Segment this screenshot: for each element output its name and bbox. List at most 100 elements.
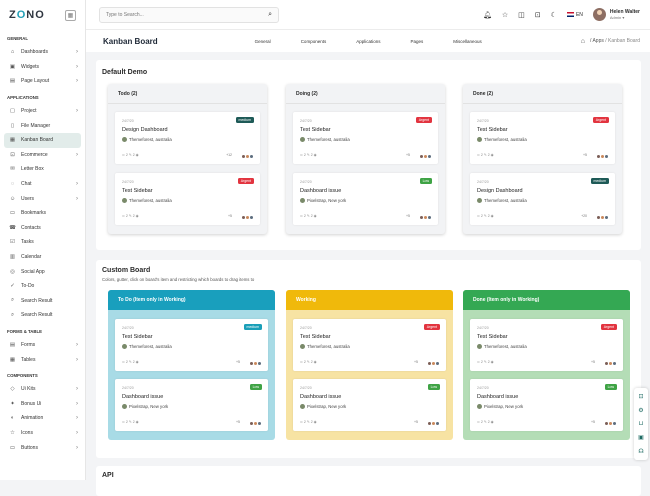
sidebar-item-label: Contacts — [21, 224, 41, 231]
sidebar-item-label: Icons — [21, 429, 33, 436]
sidebar-item-buttons[interactable]: ▭ Buttons › — [0, 440, 85, 455]
user-icon: ☺ — [9, 195, 16, 202]
sidebar-item-tasks[interactable]: ☑ Tasks — [0, 235, 85, 250]
kanban-icon: ▦ — [9, 137, 16, 144]
logo-row: ZONO ▦ — [0, 0, 85, 30]
language-selector[interactable]: EN — [566, 12, 583, 18]
kanban-card[interactable]: 24/7/20 Argent Test Sidebar Themeforest,… — [115, 173, 260, 225]
sidebar-item-kanban-board[interactable]: ▦ Kanban Board — [4, 132, 81, 148]
sidebar-item-search-result[interactable]: ⌕ Search Result — [0, 294, 85, 309]
company-logo-icon — [300, 344, 305, 349]
sidebar-item-file-manager[interactable]: ▯ File Manager — [0, 118, 85, 133]
kanban-card[interactable]: 24/7/20 Low Dashboard issue Pixelstrap, … — [115, 379, 268, 431]
kanban-column: Working 24/7/20 Argent Test Sidebar Them… — [286, 290, 453, 440]
sidebar-item-widgets[interactable]: ▣ Widgets › — [0, 60, 85, 75]
kanban-card[interactable]: 24/7/20 Argent Test Sidebar Themeforest,… — [470, 112, 615, 164]
kanban-card[interactable]: 24/7/20 Low Dashboard issue Pixelstrap, … — [293, 379, 446, 431]
sidebar-item-project[interactable]: ▢ Project › — [0, 104, 85, 119]
company-logo-icon — [300, 404, 305, 409]
avatar — [604, 154, 609, 159]
sidebar-item-contacts[interactable]: ☎ Contacts — [0, 221, 85, 236]
sidebar-item-letter-box[interactable]: ✉ Letter Box — [0, 162, 85, 177]
chevron-right-icon: › — [76, 429, 78, 436]
sidebar-item-label: Animation — [21, 415, 44, 422]
gear-icon[interactable]: ⚙ — [638, 407, 643, 414]
cart-icon[interactable]: ⊡ — [535, 11, 541, 19]
nav-general[interactable]: General — [255, 39, 271, 44]
sidebar-item-ui-kits[interactable]: ◇ Ui Kits › — [0, 382, 85, 397]
card-title: Dashboard issue — [122, 394, 164, 400]
kanban-card[interactable]: 24/7/20 Low Dashboard issue Pixelstrap, … — [470, 379, 623, 431]
company-logo-icon — [300, 198, 305, 203]
sidebar-item-tables[interactable]: ▦ Tables › — [0, 352, 85, 367]
card-meta: ⊂ 2 ✎ 2 ◉ — [122, 420, 139, 424]
priority-badge: medium — [235, 117, 254, 123]
bookmark-icon: ▭ — [9, 210, 16, 217]
member-count: +5 — [236, 420, 240, 424]
sidebar-item-dashboards[interactable]: ⌂ Dashboards › — [0, 45, 85, 60]
column-header: To Do (Item only in Working) — [108, 290, 275, 310]
sidebar-item-bookmarks[interactable]: ▭ Bookmarks — [0, 206, 85, 221]
sidebar-item-to-do[interactable]: ✓ To-Do — [0, 279, 85, 294]
breadcrumb: ⌂ / Apps / Kanban Board — [581, 38, 640, 45]
sidebar-item-label: Forms — [21, 341, 36, 348]
sidebar-item-animation[interactable]: ◐ Animation › — [0, 411, 85, 426]
sidebar-item-page-layout[interactable]: ▤ Page Layout › — [0, 74, 85, 89]
avatar — [249, 215, 254, 220]
sidebar-item-ecommerce[interactable]: ⊡ Ecommerce › — [0, 148, 85, 163]
member-avatars — [241, 154, 254, 159]
sidebar-item-label: Search Result — [21, 312, 53, 319]
priority-badge: medium — [243, 324, 262, 330]
search-icon[interactable]: ⌕ — [268, 11, 272, 19]
sidebar-item-forms[interactable]: ▤ Forms › — [0, 338, 85, 353]
sidebar-item-bonus-ui[interactable]: ✦ Bonus Ui › — [0, 396, 85, 411]
search-input[interactable] — [106, 11, 246, 18]
sidebar-item-social-app[interactable]: ◎ Social App — [0, 264, 85, 279]
chat-icon[interactable]: ▣ — [638, 434, 644, 441]
moon-icon[interactable]: ☾ — [551, 11, 557, 19]
chat-icon[interactable]: ◫ — [518, 11, 525, 19]
sidebar-section-title: FORMS & TABLE — [7, 328, 43, 334]
logo[interactable]: ZONO — [9, 9, 45, 21]
basket-icon[interactable]: ⊔ — [639, 420, 644, 427]
kanban-card[interactable]: 24/7/20 Argent Test Sidebar Themeforest,… — [470, 319, 623, 371]
kanban-card[interactable]: 24/7/20 Argent Test Sidebar Themeforest,… — [293, 319, 446, 371]
home-icon[interactable]: ⌂ — [581, 38, 585, 45]
nav-components[interactable]: Components — [301, 39, 327, 44]
support-icon[interactable]: ☊ — [638, 448, 643, 455]
kanban-card[interactable]: 24/7/20 medium Test Sidebar Themeforest,… — [115, 319, 268, 371]
kanban-card[interactable]: 24/7/20 medium Design Dashboard Themefor… — [115, 112, 260, 164]
sidebar-toggle-icon[interactable]: ▦ — [65, 9, 76, 21]
kanban-card[interactable]: 24/7/20 medium Design Dashboard Themefor… — [470, 173, 615, 225]
kanban-card[interactable]: 24/7/20 Argent Test Sidebar Themeforest,… — [293, 112, 438, 164]
member-count: +5 — [228, 214, 232, 218]
chevron-right-icon: › — [76, 181, 78, 188]
sidebar-item-label: To-Do — [21, 283, 35, 290]
kanban-card[interactable]: 24/7/20 Low Dashboard issue Pixelstrap, … — [293, 173, 438, 225]
sidebar-item-chat[interactable]: ◌ Chat › — [0, 177, 85, 192]
sidebar-section-title: GENERAL — [7, 36, 29, 41]
social-icon: ◎ — [10, 268, 15, 275]
chat-icon: ◌ — [10, 181, 15, 188]
sidebar: ZONO ▦ GENERAL ⌂ Dashboards › ▣ Widgets … — [0, 0, 86, 480]
api-panel — [96, 466, 641, 496]
sidebar-item-users[interactable]: ☺ Users › — [0, 191, 85, 206]
bell-icon[interactable]: 🔔︎ — [483, 11, 492, 19]
user-menu[interactable]: Helen Walter Admin ▾ — [592, 8, 640, 21]
nav-applications[interactable]: Applications — [356, 39, 380, 44]
breadcrumb-apps[interactable]: / Apps — [590, 38, 604, 44]
breadcrumb-current: / Kanban Board — [605, 38, 640, 44]
nav-miscellaneous[interactable]: Miscellaneous — [453, 39, 482, 44]
card-date: 24/7/20 — [300, 180, 312, 184]
search-box: ⌕ — [99, 6, 279, 23]
priority-badge: Low — [419, 178, 432, 184]
sidebar-item-icons[interactable]: ☆ Icons › — [0, 426, 85, 441]
top-icons: 🔔︎ ☆ ◫ ⊡ ☾ EN Helen Walter Admin ▾ — [483, 8, 640, 21]
sidebar-item-search-result[interactable]: ⌕ Search Result — [0, 308, 85, 323]
api-title: API — [102, 472, 114, 479]
cart-icon[interactable]: ⊡ — [638, 393, 643, 400]
star-icon[interactable]: ☆ — [502, 11, 508, 19]
sidebar-item-calendar[interactable]: ▥ Calendar — [0, 250, 85, 265]
kanban-column: To Do (Item only in Working) 24/7/20 med… — [108, 290, 275, 440]
nav-pages[interactable]: Pages — [410, 39, 423, 44]
